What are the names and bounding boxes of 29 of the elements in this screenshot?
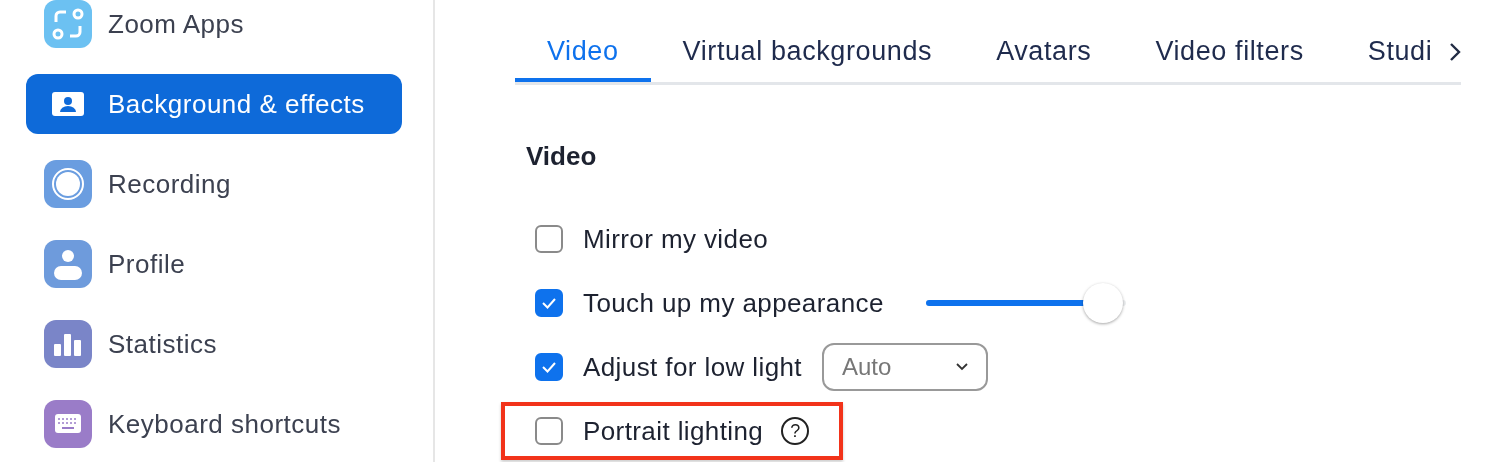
checkbox[interactable] <box>535 353 563 381</box>
sidebar-item[interactable]: Recording <box>26 154 402 214</box>
sidebar-item[interactable]: Profile <box>26 234 402 294</box>
tab[interactable]: Studi <box>1335 30 1461 78</box>
apps-icon <box>44 0 92 48</box>
chevron-right-icon[interactable] <box>1449 42 1461 62</box>
checkbox[interactable] <box>535 225 563 253</box>
option-label: Touch up my appearance <box>583 287 884 319</box>
option-label: Adjust for low light <box>583 351 802 383</box>
dropdown[interactable]: Auto <box>822 343 988 391</box>
sidebar-item[interactable]: Zoom Apps <box>26 0 402 54</box>
checkbox[interactable] <box>535 289 563 317</box>
sidebar-item[interactable]: Background & effects <box>26 74 402 134</box>
tab[interactable]: Avatars <box>964 30 1124 78</box>
tab[interactable]: Video filters <box>1123 30 1336 78</box>
record-icon <box>44 160 92 208</box>
checkbox[interactable] <box>535 417 563 445</box>
tab[interactable]: Virtual backgrounds <box>650 30 965 78</box>
sidebar-item[interactable]: Keyboard shortcuts <box>26 394 402 454</box>
option-label: Mirror my video <box>583 223 769 255</box>
help-icon[interactable]: ? <box>781 417 810 445</box>
keyboard-icon <box>44 400 92 448</box>
tab[interactable]: Video <box>515 30 651 82</box>
section-title: Video <box>526 141 597 172</box>
bar-chart-icon <box>44 320 92 368</box>
user-icon <box>44 240 92 288</box>
option-label: Portrait lighting <box>583 415 764 447</box>
chevron-down-icon <box>956 363 968 371</box>
sidebar-item[interactable]: Statistics <box>26 314 402 374</box>
